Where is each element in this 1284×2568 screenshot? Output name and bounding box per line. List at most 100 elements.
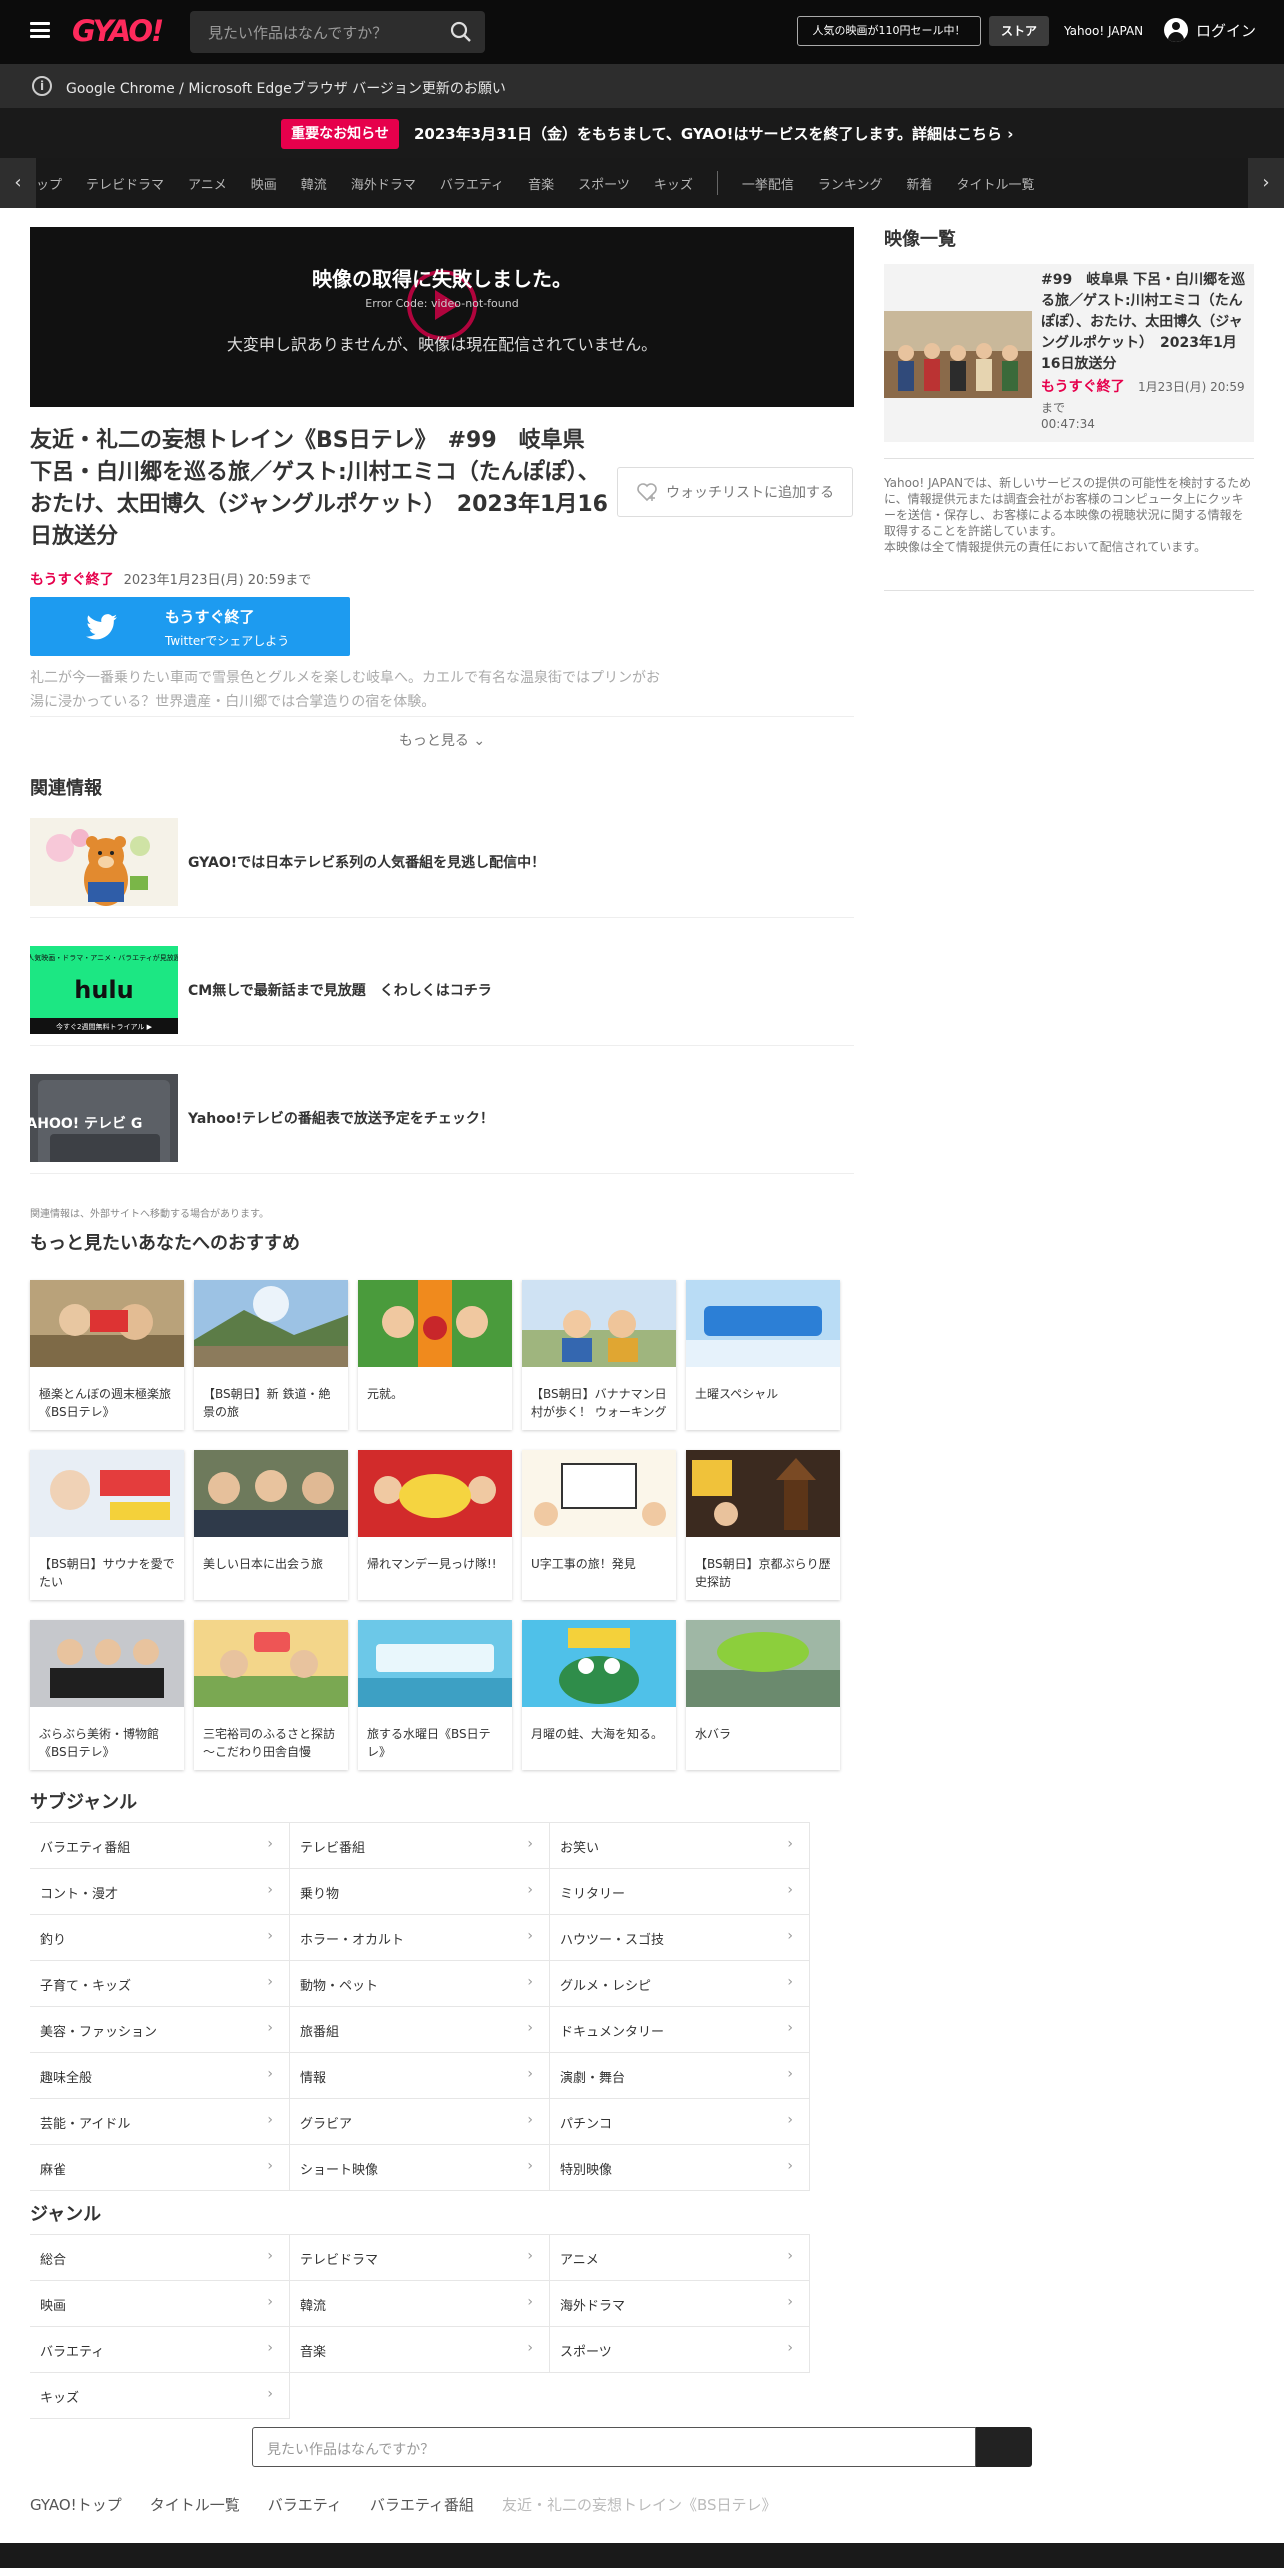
- recommend-thumb: [358, 1280, 512, 1367]
- subgenre-item[interactable]: パチンコ ›: [550, 2099, 810, 2145]
- store-button[interactable]: ストア: [989, 16, 1049, 46]
- gyao-logo[interactable]: GYAO!: [72, 14, 164, 48]
- recommend-card[interactable]: 【BS朝日】新 鉄道・絶景の旅: [194, 1280, 348, 1430]
- genre-item[interactable]: キッズ ›: [30, 2373, 290, 2419]
- nav-item[interactable]: バラエティ: [440, 174, 504, 193]
- subgenre-item[interactable]: 特別映像 ›: [550, 2145, 810, 2191]
- genre-item[interactable]: テレビドラマ ›: [290, 2235, 550, 2281]
- recommend-card[interactable]: 月曜の蛙、大海を知る。: [522, 1620, 676, 1770]
- subgenre-item[interactable]: 釣り ›: [30, 1915, 290, 1961]
- nav-item[interactable]: 映画: [251, 174, 277, 193]
- breadcrumb-item[interactable]: タイトル一覧: [150, 2494, 240, 2515]
- nav-prev-icon[interactable]: ‹: [0, 158, 36, 208]
- footer: [0, 2543, 1284, 2568]
- genre-item[interactable]: アニメ ›: [550, 2235, 810, 2281]
- subgenre-item[interactable]: 麻雀 ›: [30, 2145, 290, 2191]
- chevron-right-icon: ›: [787, 1836, 793, 1852]
- recommend-card[interactable]: 【BS朝日】バナナマン日村が歩く！ ウォーキングのひむ太郎: [522, 1280, 676, 1430]
- yahoo-japan-link[interactable]: Yahoo! JAPAN: [1064, 24, 1143, 38]
- genre-item[interactable]: スポーツ ›: [550, 2327, 810, 2373]
- availability: もうすぐ終了 2023年1月23日(月) 20:59まで: [30, 569, 311, 589]
- bottom-search-input[interactable]: 見たい作品はなんですか？: [252, 2427, 976, 2467]
- show-more-button[interactable]: もっと見る ⌄: [30, 730, 854, 750]
- nav-item[interactable]: 韓流: [301, 174, 327, 193]
- subgenre-item[interactable]: お笑い ›: [550, 1823, 810, 1869]
- subgenre-item[interactable]: 乗り物 ›: [290, 1869, 550, 1915]
- twitter-share-button[interactable]: もうすぐ終了 Twitterでシェアしよう: [30, 597, 350, 656]
- bottom-search-button[interactable]: [976, 2427, 1032, 2467]
- recommend-label: 月曜の蛙、大海を知る。: [531, 1727, 664, 1741]
- related-item[interactable]: GYAO!では日本テレビ系列の人気番組を見逃し配信中！: [30, 808, 854, 918]
- subgenre-label: バラエティ番組: [40, 1841, 131, 1856]
- watchlist-button[interactable]: ウォッチリストに追加する: [617, 467, 853, 517]
- available-until: 1月23日(月) 20:59: [1138, 380, 1245, 394]
- subgenre-item[interactable]: 演劇・舞台 ›: [550, 2053, 810, 2099]
- recommend-card[interactable]: 旅する水曜日《BS日テレ》: [358, 1620, 512, 1770]
- subgenre-item[interactable]: ハウツー・スゴ技 ›: [550, 1915, 810, 1961]
- subgenre-item[interactable]: テレビ番組 ›: [290, 1823, 550, 1869]
- subgenre-item[interactable]: ドキュメンタリー ›: [550, 2007, 810, 2053]
- recommend-card[interactable]: 美しい日本に出会う旅: [194, 1450, 348, 1600]
- recommend-card[interactable]: 水バラ: [686, 1620, 840, 1770]
- subgenre-item[interactable]: ミリタリー ›: [550, 1869, 810, 1915]
- promo-link[interactable]: 人気の映画が110円セール中！: [797, 16, 981, 46]
- subgenre-item[interactable]: 美容・ファッション ›: [30, 2007, 290, 2053]
- recommend-card[interactable]: 帰れマンデー見っけ隊!!: [358, 1450, 512, 1600]
- chevron-right-icon: ›: [267, 2158, 273, 2174]
- important-alert[interactable]: 重要なお知らせ 2023年3月31日（金）をもちまして、GYAO!はサービスを終…: [0, 108, 1284, 158]
- subgenre-item[interactable]: ホラー・オカルト ›: [290, 1915, 550, 1961]
- subgenre-item[interactable]: 趣味全般 ›: [30, 2053, 290, 2099]
- nav-item[interactable]: 海外ドラマ: [351, 174, 416, 193]
- recommend-card[interactable]: 極楽とんぼの週末極楽旅《BS日テレ》: [30, 1280, 184, 1430]
- genre-item[interactable]: 音楽 ›: [290, 2327, 550, 2373]
- nav-item[interactable]: タイトル一覧: [957, 174, 1035, 193]
- nav-item[interactable]: アニメ: [188, 174, 227, 193]
- login-button[interactable]: ログイン: [1164, 18, 1256, 42]
- subgenre-item[interactable]: コント・漫才 ›: [30, 1869, 290, 1915]
- video-list-item[interactable]: #99 岐阜県 下呂・白川郷を巡る旅／ゲスト:川村エミコ（たんぽぽ）、おたけ、太…: [884, 264, 1254, 442]
- subgenre-item[interactable]: 芸能・アイドル ›: [30, 2099, 290, 2145]
- nav-item[interactable]: 音楽: [528, 174, 554, 193]
- breadcrumb-item[interactable]: GYAO!トップ: [30, 2494, 122, 2515]
- subgenre-item[interactable]: ショート映像 ›: [290, 2145, 550, 2191]
- genre-item[interactable]: 映画 ›: [30, 2281, 290, 2327]
- nav-next-icon[interactable]: ›: [1248, 158, 1284, 208]
- breadcrumb-item[interactable]: バラエティ: [268, 2494, 342, 2515]
- genre-item[interactable]: 韓流 ›: [290, 2281, 550, 2327]
- video-player[interactable]: 映像の取得に失敗しました。 Error Code: video-not-foun…: [30, 227, 854, 407]
- subgenre-item[interactable]: 旅番組 ›: [290, 2007, 550, 2053]
- subgenre-item[interactable]: グルメ・レシピ ›: [550, 1961, 810, 2007]
- subgenre-item[interactable]: 情報 ›: [290, 2053, 550, 2099]
- nav-item[interactable]: テレビドラマ: [86, 174, 164, 193]
- subgenre-label: グルメ・レシピ: [560, 1979, 652, 1994]
- related-item[interactable]: 人気映画・ドラマ・アニメ・バラエティが見放題 hulu 今すぐ2週間無料トライア…: [30, 936, 854, 1046]
- notice-text: Google Chrome / Microsoft Edgeブラウザ バージョン…: [66, 81, 506, 97]
- nav-item[interactable]: 新着: [906, 174, 932, 193]
- recommend-card[interactable]: U字工事の旅！発見: [522, 1450, 676, 1600]
- subgenre-item[interactable]: 子育て・キッズ ›: [30, 1961, 290, 2007]
- search-icon[interactable]: [449, 20, 473, 44]
- recommend-card[interactable]: ぶらぶら美術・博物館《BS日テレ》: [30, 1620, 184, 1770]
- nav-item[interactable]: スポーツ: [578, 174, 630, 193]
- browser-notice[interactable]: i Google Chrome / Microsoft Edgeブラウザ バージ…: [0, 64, 1284, 108]
- nav-item[interactable]: キッズ: [654, 174, 693, 193]
- menu-icon[interactable]: [30, 22, 50, 38]
- nav-item[interactable]: ップ: [36, 174, 62, 193]
- subgenre-label: 美容・ファッション: [40, 2025, 158, 2040]
- recommend-card[interactable]: 三宅裕司のふるさと探訪～こだわり田舎自慢: [194, 1620, 348, 1770]
- breadcrumb-item[interactable]: バラエティ番組: [370, 2494, 474, 2515]
- recommend-card[interactable]: 【BS朝日】サウナを愛でたい: [30, 1450, 184, 1600]
- subgenre-item[interactable]: 動物・ペット ›: [290, 1961, 550, 2007]
- subgenre-item[interactable]: バラエティ番組 ›: [30, 1823, 290, 1869]
- genre-item[interactable]: 総合 ›: [30, 2235, 290, 2281]
- recommend-card[interactable]: 土曜スペシャル: [686, 1280, 840, 1430]
- related-item[interactable]: YAHOO! テレビ G Yahoo!テレビの番組表で放送予定をチェック！: [30, 1064, 854, 1174]
- recommend-card[interactable]: 【BS朝日】京都ぶらり歴史探訪: [686, 1450, 840, 1600]
- genre-item[interactable]: 海外ドラマ ›: [550, 2281, 810, 2327]
- subgenre-item[interactable]: グラビア ›: [290, 2099, 550, 2145]
- recommend-card[interactable]: 元就。: [358, 1280, 512, 1430]
- nav-item[interactable]: ランキング: [818, 174, 883, 193]
- search-input[interactable]: 見たい作品はなんですか？: [190, 11, 485, 53]
- nav-item[interactable]: 一挙配信: [742, 174, 794, 193]
- genre-item[interactable]: バラエティ ›: [30, 2327, 290, 2373]
